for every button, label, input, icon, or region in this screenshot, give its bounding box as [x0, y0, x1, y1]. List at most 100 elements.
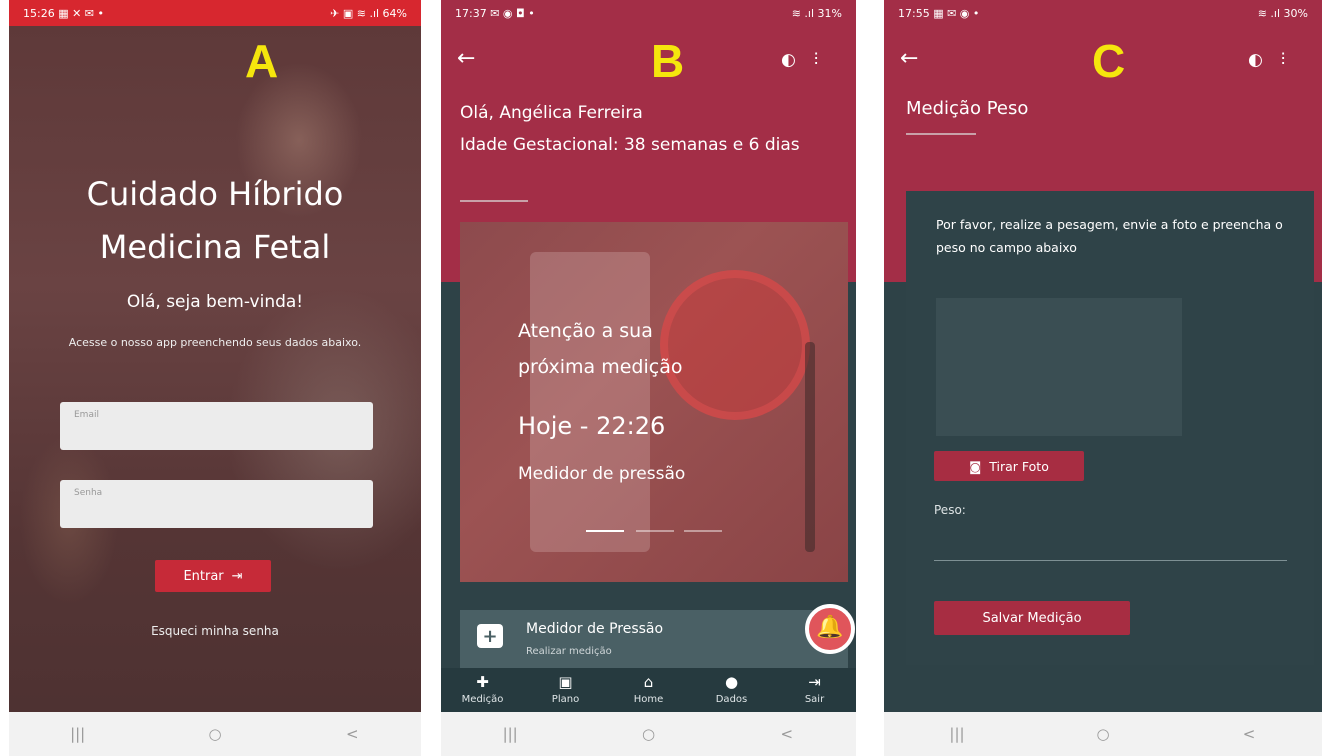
weight-label: Peso:	[934, 503, 966, 517]
back-nav-icon[interactable]: <	[1219, 725, 1279, 743]
carousel-pen-image	[805, 342, 815, 552]
carousel-indicator-2[interactable]	[636, 530, 674, 532]
user-greeting-block: Olá, Angélica Ferreira Idade Gestacional…	[460, 97, 852, 161]
save-measurement-button[interactable]: Salvar Medição	[934, 601, 1130, 635]
bell-icon: 🔔	[816, 615, 844, 640]
take-photo-button[interactable]: ◙ Tirar Foto	[934, 451, 1084, 481]
home-icon[interactable]: ○	[185, 725, 245, 743]
carousel-line1: Atenção a sua	[518, 320, 653, 342]
tab-home[interactable]: ⌂ Home	[614, 668, 684, 712]
take-photo-label: Tirar Foto	[989, 458, 1049, 474]
tab-label: Plano	[551, 694, 580, 705]
recent-apps-icon[interactable]: |||	[480, 725, 540, 743]
status-time: 17:37 ✉ ◉ ◘ •	[455, 6, 535, 20]
tab-sair[interactable]: ⇥ Sair	[780, 668, 850, 712]
status-bar: 17:55 ▦ ✉ ◉ • ≋ .ıl 30%	[884, 0, 1322, 26]
system-navigation-bar: ||| ○ <	[441, 712, 856, 756]
settings-sliders-icon[interactable]: ⫶	[814, 50, 818, 70]
calendar-tab-icon: ▣	[558, 673, 573, 691]
tab-label: Home	[633, 694, 664, 705]
camera-icon: ◙	[969, 458, 982, 474]
contrast-icon[interactable]: ◐	[1248, 50, 1263, 70]
back-nav-icon[interactable]: <	[322, 725, 382, 743]
card-title: Medidor de Pressão	[526, 621, 664, 637]
form-instructions: Por favor, realize a pesagem, envie a fo…	[936, 217, 1283, 255]
panel-letter-c: C	[1092, 35, 1126, 87]
measurement-card-pressure[interactable]: + Medidor de Pressão Realizar medição	[460, 610, 848, 668]
settings-sliders-icon[interactable]: ⫶	[1281, 50, 1285, 70]
back-nav-icon[interactable]: <	[757, 725, 817, 743]
recent-apps-icon[interactable]: |||	[927, 725, 987, 743]
next-measurement-carousel[interactable]: Atenção a sua próxima medição Hoje - 22:…	[460, 222, 848, 582]
carousel-indicator-3[interactable]	[684, 530, 722, 532]
tab-label: Medição	[461, 694, 504, 705]
tab-plano[interactable]: ▣ Plano	[531, 668, 601, 712]
status-left-icons: ▦ ✉ ◉ •	[933, 6, 980, 20]
status-time: 15:26 ▦ ✕ ✉ •	[23, 6, 105, 20]
panel-letter-a: A	[245, 35, 279, 87]
carousel-device: Medidor de pressão	[518, 464, 686, 484]
login-icon: ⇥	[231, 568, 243, 584]
email-placeholder: Email	[74, 410, 99, 420]
gestational-age: Idade Gestacional: 38 semanas e 6 dias	[460, 135, 800, 155]
login-description: Acesse o nosso app preenchendo seus dado…	[68, 336, 362, 349]
carousel-notebook-image	[530, 252, 650, 552]
contrast-icon[interactable]: ◐	[781, 50, 796, 70]
carousel-time: Hoje - 22:26	[518, 412, 666, 440]
medical-kit-icon: +	[477, 624, 503, 648]
house-tab-icon: ⌂	[643, 673, 654, 691]
weight-form-card: Por favor, realize a pesagem, envie a fo…	[906, 191, 1314, 665]
phone-weight-screen: 17:55 ▦ ✉ ◉ • ≋ .ıl 30% ← C ◐ ⫶ Medição …	[884, 0, 1322, 756]
status-right-icons: ≋ .ıl 30%	[1257, 6, 1308, 20]
status-right-icons: ≋ .ıl 31%	[791, 6, 842, 20]
home-icon[interactable]: ○	[618, 725, 678, 743]
app-title-line2: Medicina Fetal	[99, 228, 331, 266]
card-subtitle: Realizar medição	[526, 646, 612, 657]
tab-label: Dados	[715, 694, 748, 705]
phone-home-screen: 17:37 ✉ ◉ ◘ • ≋ .ıl 31% ← B ◐ ⫶ Olá, Ang…	[441, 0, 856, 756]
email-field[interactable]: Email	[60, 402, 373, 450]
password-field[interactable]: Senha	[60, 480, 373, 528]
save-measurement-label: Salvar Medição	[982, 610, 1082, 626]
status-bar: 17:37 ✉ ◉ ◘ • ≋ .ıl 31%	[441, 0, 856, 26]
user-tab-icon: ●	[724, 673, 739, 691]
header-underline	[460, 200, 528, 202]
app-title-line1: Cuidado Híbrido	[86, 175, 344, 213]
carousel-clock-image	[660, 270, 810, 420]
tab-label: Sair	[804, 694, 825, 705]
weight-input[interactable]	[934, 525, 1287, 561]
panel-letter-b: B	[651, 35, 685, 87]
system-navigation-bar: ||| ○ <	[9, 712, 421, 756]
password-placeholder: Senha	[74, 488, 103, 498]
user-greeting: Olá, Angélica Ferreira	[460, 103, 643, 123]
logout-tab-icon: ⇥	[808, 673, 821, 691]
recent-apps-icon[interactable]: |||	[48, 725, 108, 743]
header-actions: ◐ ⫶	[1248, 50, 1285, 70]
forgot-password-link[interactable]: Esqueci minha senha	[9, 624, 421, 638]
status-bar: 15:26 ▦ ✕ ✉ • ✈ ▣ ≋ .ıl 64%	[9, 0, 421, 26]
status-left-icons: ✉ ◉ ◘ •	[490, 6, 535, 20]
status-time: 17:55 ▦ ✉ ◉ •	[898, 6, 980, 20]
page-title: Medição Peso	[906, 98, 1029, 119]
system-navigation-bar: ||| ○ <	[884, 712, 1322, 756]
photo-preview	[936, 298, 1182, 436]
header-actions: ◐ ⫶	[781, 50, 818, 70]
carousel-line2: próxima medição	[518, 356, 683, 378]
back-arrow-icon[interactable]: ←	[900, 46, 918, 71]
medical-kit-tab-icon: ✚	[476, 673, 489, 691]
welcome-greeting: Olá, seja bem-vinda!	[126, 292, 304, 312]
tab-medicao[interactable]: ✚ Medição	[448, 668, 518, 712]
status-right-icons: ✈ ▣ ≋ .ıl 64%	[330, 6, 407, 20]
status-left-icons: ▦ ✕ ✉ •	[58, 6, 105, 20]
phone-login-screen: 15:26 ▦ ✕ ✉ • ✈ ▣ ≋ .ıl 64% A Cuidado Hí…	[9, 0, 421, 756]
home-icon[interactable]: ○	[1073, 725, 1133, 743]
back-arrow-icon[interactable]: ←	[457, 46, 475, 71]
login-background-photo	[9, 0, 421, 712]
carousel-indicator-1[interactable]	[586, 530, 624, 532]
bottom-tab-bar: ✚ Medição ▣ Plano ⌂ Home ● Dados ⇥ Sair	[441, 668, 856, 712]
tab-dados[interactable]: ● Dados	[697, 668, 767, 712]
notification-bell-button[interactable]: 🔔	[805, 604, 855, 654]
title-underline	[906, 133, 976, 135]
login-button-label: Entrar	[183, 568, 224, 584]
login-button[interactable]: Entrar ⇥	[155, 560, 271, 592]
